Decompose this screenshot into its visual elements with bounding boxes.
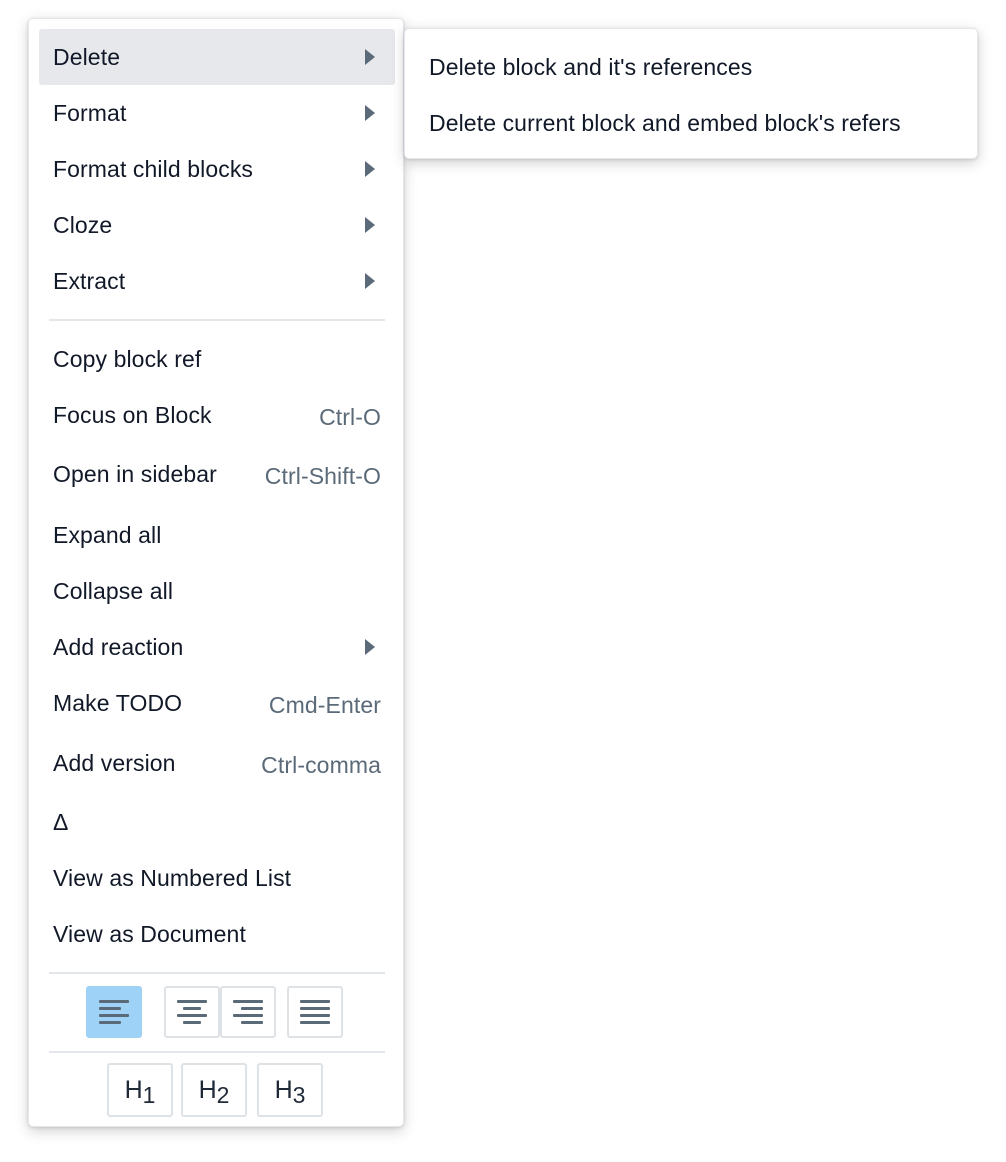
heading-letter: H — [274, 1075, 293, 1104]
heading-2-button[interactable]: H2 — [181, 1063, 247, 1117]
menu-item-format[interactable]: Format — [39, 85, 395, 141]
shortcut-hint: Ctrl-O — [319, 403, 381, 430]
menu-item-open-in-sidebar[interactable]: Open in sidebar Ctrl-Shift-O — [39, 446, 395, 502]
menu-item-view-as-numbered-list[interactable]: View as Numbered List — [39, 850, 395, 906]
menu-item-focus-on-block[interactable]: Focus on Block Ctrl-O — [39, 387, 395, 443]
submenu-caret-icon — [365, 639, 375, 655]
submenu-caret-icon — [365, 161, 375, 177]
heading-level: 2 — [216, 1081, 230, 1108]
align-left-icon — [99, 1000, 129, 1024]
menu-item-label: Open in sidebar — [53, 460, 217, 487]
submenu-item-delete-block-and-references[interactable]: Delete block and it's references — [415, 39, 969, 95]
submenu-item-label: Delete current block and embed block's r… — [429, 109, 901, 136]
menu-item-label: View as Document — [53, 920, 246, 947]
heading-level: 3 — [292, 1081, 306, 1108]
menu-item-view-as-document[interactable]: View as Document — [39, 906, 395, 962]
heading-1-button[interactable]: H1 — [107, 1063, 173, 1117]
menu-item-copy-block-ref[interactable]: Copy block ref — [39, 331, 395, 387]
align-center-icon — [177, 1000, 207, 1024]
submenu-caret-icon — [365, 49, 375, 65]
heading-3-button[interactable]: H3 — [257, 1063, 323, 1117]
heading-letter: H — [198, 1075, 217, 1104]
heading-letter: H — [124, 1075, 143, 1104]
submenu-caret-icon — [365, 217, 375, 233]
menu-item-label: Make TODO — [53, 689, 183, 716]
menu-item-delta[interactable]: Δ — [39, 794, 395, 850]
menu-item-label: Collapse all — [53, 577, 174, 604]
align-left-button[interactable] — [86, 986, 142, 1038]
menu-item-make-todo[interactable]: Make TODO Cmd-Enter — [39, 675, 395, 731]
shortcut-hint: Cmd-Enter — [268, 691, 381, 718]
align-center-button[interactable] — [164, 986, 220, 1038]
delete-submenu: Delete block and it's references Delete … — [404, 28, 978, 159]
menu-divider — [49, 972, 385, 974]
submenu-caret-icon — [365, 273, 375, 289]
menu-item-label: Extract — [53, 267, 126, 294]
menu-item-label: Delete — [53, 43, 121, 70]
menu-item-add-reaction[interactable]: Add reaction — [39, 619, 395, 675]
menu-item-add-version[interactable]: Add version Ctrl-comma — [39, 735, 395, 791]
heading-level: 1 — [142, 1081, 156, 1108]
submenu-item-label: Delete block and it's references — [429, 53, 753, 80]
menu-item-extract[interactable]: Extract — [39, 253, 395, 309]
menu-item-expand-all[interactable]: Expand all — [39, 507, 395, 563]
menu-item-label: Format — [53, 99, 127, 126]
menu-item-label: Cloze — [53, 211, 113, 238]
align-justify-icon — [300, 1000, 330, 1024]
menu-item-label: View as Numbered List — [53, 864, 292, 891]
menu-item-format-child-blocks[interactable]: Format child blocks — [39, 141, 395, 197]
menu-divider — [49, 1051, 385, 1053]
shortcut-hint: Ctrl-comma — [261, 751, 381, 778]
menu-item-delete[interactable]: Delete — [39, 29, 395, 85]
menu-item-label: Copy block ref — [53, 345, 202, 372]
block-context-menu: Delete Format Format child blocks Cloze … — [28, 18, 404, 1127]
menu-item-label: Focus on Block — [53, 401, 212, 428]
menu-item-label: Add version — [53, 749, 176, 776]
align-justify-button[interactable] — [287, 986, 343, 1038]
submenu-item-delete-current-block-and-embed-refers[interactable]: Delete current block and embed block's r… — [415, 95, 969, 151]
menu-item-cloze[interactable]: Cloze — [39, 197, 395, 253]
submenu-caret-icon — [365, 105, 375, 121]
align-right-icon — [233, 1000, 263, 1024]
menu-item-label: Expand all — [53, 521, 162, 548]
menu-item-label: Add reaction — [53, 633, 184, 660]
menu-item-label: Δ — [53, 808, 69, 835]
menu-item-collapse-all[interactable]: Collapse all — [39, 563, 395, 619]
shortcut-hint: Ctrl-Shift-O — [264, 462, 381, 489]
menu-item-label: Format child blocks — [53, 155, 254, 182]
align-right-button[interactable] — [220, 986, 276, 1038]
menu-divider — [49, 319, 385, 321]
